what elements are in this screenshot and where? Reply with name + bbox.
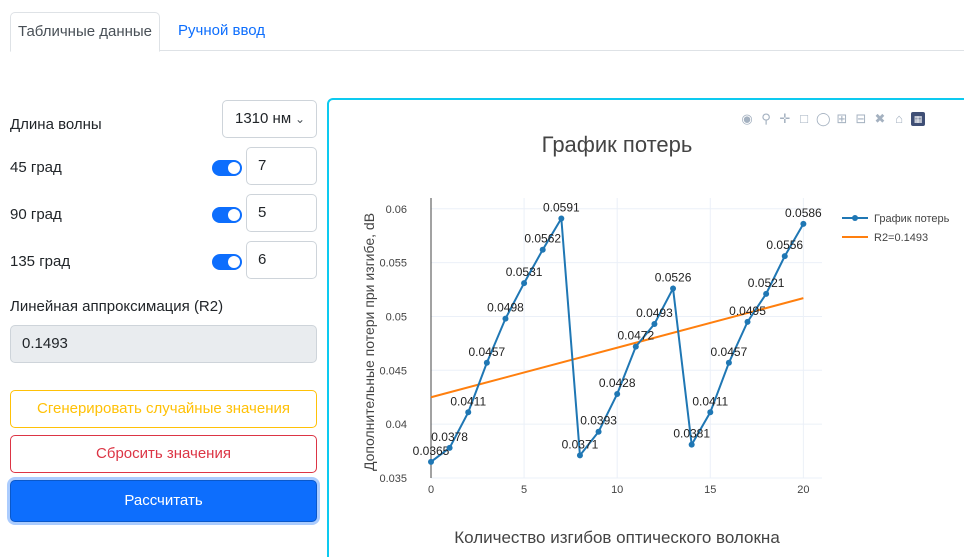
data-label: 0.0586 <box>785 206 822 220</box>
legend-label-fit: R2=0.1493 <box>874 232 928 244</box>
x-tick-label: 5 <box>521 484 527 496</box>
data-label: 0.0493 <box>636 306 673 320</box>
data-label: 0.0411 <box>692 394 728 408</box>
data-point <box>521 280 528 287</box>
data-label: 0.0457 <box>711 345 748 359</box>
data-label: 0.0591 <box>543 200 580 214</box>
x-tick-label: 0 <box>428 484 434 496</box>
y-tick-label: 0.035 <box>379 473 407 485</box>
data-label: 0.0495 <box>729 304 766 318</box>
loss-chart: График потерь Количество изгибов оптичес… <box>361 132 950 547</box>
y-tick-label: 0.04 <box>386 419 407 431</box>
data-point <box>632 343 639 350</box>
data-point <box>595 428 602 435</box>
y-tick-label: 0.055 <box>379 258 407 270</box>
data-point <box>763 290 770 297</box>
data-point <box>614 391 621 397</box>
data-label: 0.0411 <box>450 394 486 408</box>
data-label: 0.0472 <box>617 329 654 343</box>
chart-legend: График потерь R2=0.1493 <box>842 213 950 244</box>
data-point <box>465 409 472 416</box>
data-point <box>744 318 751 325</box>
data-label: 0.0556 <box>766 238 803 252</box>
data-point <box>483 359 490 366</box>
chart-title: График потерь <box>542 132 693 157</box>
data-point <box>539 246 546 253</box>
data-label: 0.0365 <box>413 444 450 458</box>
data-label: 0.0526 <box>655 270 692 284</box>
y-tick-label: 0.05 <box>386 311 407 323</box>
data-point <box>576 452 583 459</box>
data-point <box>651 321 658 327</box>
y-tick-label: 0.045 <box>379 365 407 377</box>
legend-marker-series <box>852 215 858 221</box>
data-label: 0.0428 <box>599 376 636 390</box>
data-label: 0.0381 <box>673 427 710 441</box>
data-point <box>558 215 565 222</box>
data-point <box>502 315 509 322</box>
x-tick-label: 15 <box>704 484 716 496</box>
data-point <box>446 444 453 451</box>
data-point <box>428 458 434 465</box>
data-label: 0.0393 <box>580 414 617 428</box>
data-label: 0.0457 <box>469 345 506 359</box>
data-point <box>781 253 788 260</box>
data-point <box>725 359 732 366</box>
data-label: 0.0371 <box>562 437 599 451</box>
data-label: 0.0378 <box>431 430 468 444</box>
data-label: 0.0498 <box>487 301 524 315</box>
data-label: 0.0521 <box>748 276 785 290</box>
data-label: 0.0562 <box>524 232 561 246</box>
legend-label-series: График потерь <box>874 213 950 225</box>
data-point <box>688 441 695 448</box>
x-tick-label: 10 <box>611 484 623 496</box>
x-tick-label: 20 <box>797 484 809 496</box>
y-tick-label: 0.06 <box>386 204 407 216</box>
data-point <box>800 220 807 227</box>
data-label: 0.0531 <box>506 265 543 279</box>
chart-y-axis-label: Дополнительные потери при изгибе, dB <box>361 213 377 471</box>
chart-x-axis-label: Количество изгибов оптического волокна <box>454 528 780 547</box>
data-point <box>707 409 714 416</box>
data-point <box>670 285 677 292</box>
